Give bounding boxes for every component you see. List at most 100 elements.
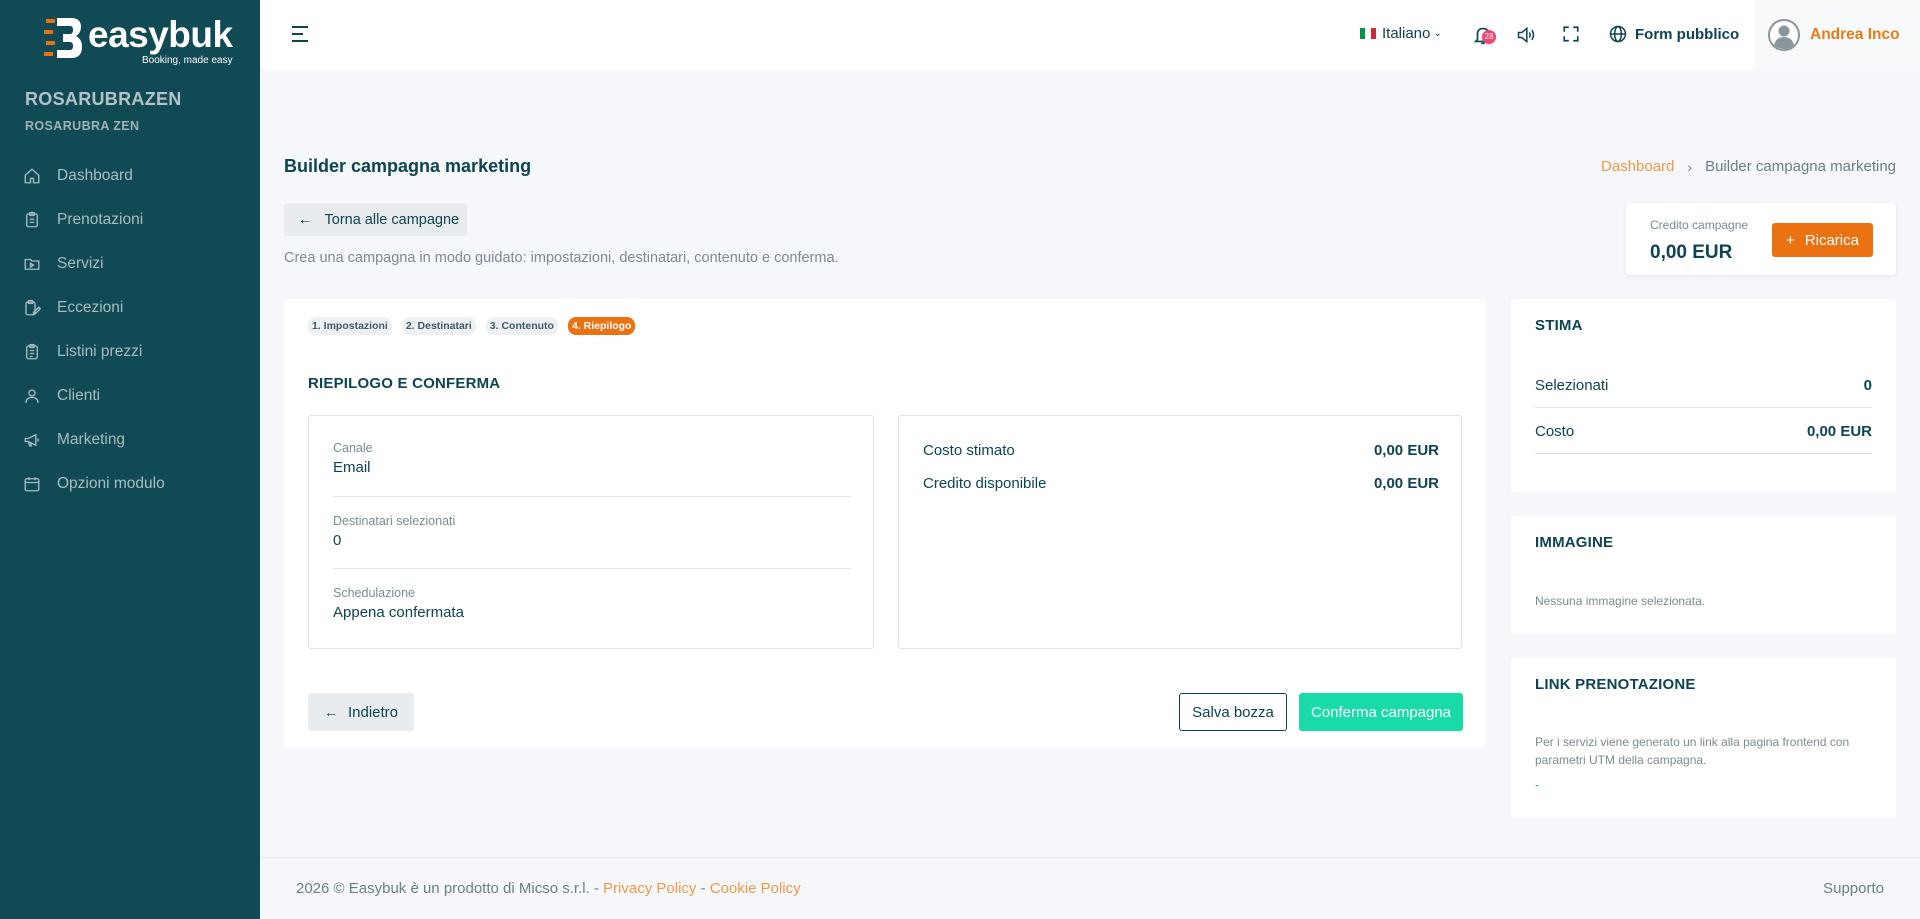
user-menu[interactable]: Andrea Inco (1755, 0, 1920, 70)
breadcrumb-home-link[interactable]: Dashboard (1601, 158, 1674, 175)
divider (1535, 453, 1872, 454)
cost-value: 0,00 EUR (1373, 442, 1439, 459)
campaign-credit-card: Credito campagne 0,00 EUR + Ricarica (1626, 203, 1896, 275)
booking-link-value[interactable]: - (1535, 777, 1539, 792)
user-icon (25, 389, 39, 403)
easybuk-logo-icon (44, 18, 82, 58)
cost-estimated-row: Costo stimato 0,00 EUR (923, 442, 1439, 459)
footer-copyright: 2026 © Easybuk è un prodotto di Micso s.… (296, 880, 801, 897)
estimate-card: STIMA Selezionati 0 Costo 0,00 EUR (1511, 299, 1896, 492)
image-card: IMMAGINE Nessuna immagine selezionata. (1511, 516, 1896, 634)
cookie-policy-link[interactable]: Cookie Policy (710, 880, 801, 897)
divider (333, 496, 851, 497)
image-title: IMMAGINE (1535, 534, 1614, 551)
page-title: Builder campagna marketing (284, 156, 532, 176)
summary-label: Schedulazione (333, 586, 416, 600)
recharge-button[interactable]: + Ricarica (1772, 223, 1873, 257)
sidebar-item-listini-prezzi[interactable]: Listini prezzi (0, 330, 260, 374)
summary-recipients: Destinatari selezionati 0 (333, 514, 851, 549)
sidebar-item-eccezioni[interactable]: Eccezioni (0, 286, 260, 330)
estimate-cost-row: Costo 0,00 EUR (1535, 423, 1872, 440)
account-subname: ROSARUBRA ZEN (25, 119, 140, 133)
folder-play-icon (24, 258, 40, 270)
estimate-value: 0 (1863, 377, 1872, 394)
chevron-right-icon: › (1687, 158, 1693, 175)
public-form-label: Form pubblico (1635, 25, 1740, 43)
privacy-policy-link[interactable]: Privacy Policy (603, 880, 696, 897)
clipboard-list-icon (26, 343, 38, 360)
cost-label: Credito disponibile (923, 475, 1047, 492)
sidebar-item-label: Dashboard (57, 167, 133, 184)
back-button[interactable]: ← Indietro (308, 693, 414, 731)
language-label: Italiano (1382, 25, 1431, 42)
sidebar-item-opzioni-modulo[interactable]: Opzioni modulo (0, 462, 260, 506)
estimate-value: 0,00 EUR (1806, 423, 1872, 440)
summary-value: Appena confermata (333, 604, 464, 621)
divider (1535, 407, 1872, 408)
estimate-title: STIMA (1535, 317, 1583, 334)
sidebar-item-clienti[interactable]: Clienti (0, 374, 260, 418)
topbar: Italiano ⌄ 28 Form pubblico Andrea Inco (260, 0, 1920, 70)
public-form-link[interactable]: Form pubblico (1608, 24, 1739, 44)
sidebar-item-marketing[interactable]: Marketing (0, 418, 260, 462)
breadcrumb-current: Builder campagna marketing (1705, 158, 1896, 175)
summary-value: Email (333, 459, 371, 476)
summary-channel: Canale Email (333, 441, 851, 476)
estimate-selected-row: Selezionati 0 (1535, 377, 1872, 394)
divider (333, 568, 851, 569)
booking-link-title: LINK PRENOTAZIONE (1535, 676, 1696, 693)
sidebar-item-label: Opzioni modulo (57, 475, 165, 492)
step-impostazioni[interactable]: 1. Impostazioni (308, 317, 392, 335)
globe-icon (1609, 25, 1627, 43)
image-empty-text: Nessuna immagine selezionata. (1535, 594, 1706, 608)
credit-label: Credito campagne (1650, 218, 1749, 232)
sidebar-item-label: Listini prezzi (57, 343, 143, 360)
back-to-campaigns-button[interactable]: ← Torna alle campagne (284, 203, 467, 236)
save-draft-button[interactable]: Salva bozza (1179, 693, 1287, 731)
volume-icon[interactable] (1516, 25, 1536, 45)
sidebar-nav: Dashboard Prenotazioni Servizi Eccezioni… (0, 154, 260, 506)
confirm-campaign-button[interactable]: Conferma campagna (1299, 693, 1463, 731)
recharge-label: Ricarica (1804, 231, 1859, 249)
home-icon (24, 168, 40, 184)
breadcrumb: Dashboard › Builder campagna marketing (1601, 158, 1896, 175)
fullscreen-icon[interactable] (1562, 25, 1580, 43)
italy-flag-icon (1360, 28, 1376, 39)
clipboard-icon (26, 211, 38, 228)
estimate-label: Selezionati (1535, 377, 1609, 394)
credit-value: 0,00 EUR (1650, 242, 1733, 263)
credit-available-row: Credito disponibile 0,00 EUR (923, 475, 1439, 492)
menu-toggle-icon[interactable] (291, 24, 309, 44)
sidebar-item-servizi[interactable]: Servizi (0, 242, 260, 286)
language-selector[interactable]: Italiano ⌄ (1360, 25, 1442, 42)
booking-link-card: LINK PRENOTAZIONE Per i servizi viene ge… (1511, 658, 1896, 818)
calendar-icon (24, 477, 40, 492)
cost-label: Costo stimato (923, 442, 1015, 459)
step-destinatari[interactable]: 2. Destinatari (401, 317, 476, 335)
plus-icon: + (1786, 231, 1795, 249)
brand-name: easybuk (88, 14, 233, 55)
brand-tagline: Booking, made easy (141, 55, 233, 66)
sidebar-item-prenotazioni[interactable]: Prenotazioni (0, 198, 260, 242)
back-to-campaigns-label: Torna alle campagne (324, 211, 460, 228)
clipboard-edit-icon (25, 299, 41, 316)
footer-prefix: 2026 © Easybuk è un prodotto di Micso s.… (296, 880, 599, 897)
brand-logo[interactable]: easybuk Booking, made easy (44, 16, 233, 66)
user-name: Andrea Inco (1810, 26, 1900, 43)
sidebar-item-dashboard[interactable]: Dashboard (0, 154, 260, 198)
campaign-wizard-card: 1. Impostazioni 2. Destinatari 3. Conten… (284, 299, 1486, 748)
chevron-down-icon: ⌄ (1433, 28, 1442, 39)
section-title: RIEPILOGO E CONFERMA (308, 375, 501, 392)
account-name: ROSARUBRAZEN (25, 89, 182, 109)
cost-value: 0,00 EUR (1373, 475, 1439, 492)
support-link[interactable]: Supporto (1823, 880, 1884, 897)
back-button-label: Indietro (347, 703, 399, 721)
page-intro: Crea una campagna in modo guidato: impos… (284, 250, 839, 266)
sidebar-item-label: Prenotazioni (57, 211, 144, 228)
avatar (1768, 19, 1800, 51)
sidebar-item-label: Clienti (57, 387, 101, 404)
megaphone-icon (24, 433, 39, 447)
step-contenuto[interactable]: 3. Contenuto (485, 317, 558, 335)
footer: 2026 © Easybuk è un prodotto di Micso s.… (260, 857, 1920, 919)
step-riepilogo[interactable]: 4. Riepilogo (567, 317, 636, 335)
